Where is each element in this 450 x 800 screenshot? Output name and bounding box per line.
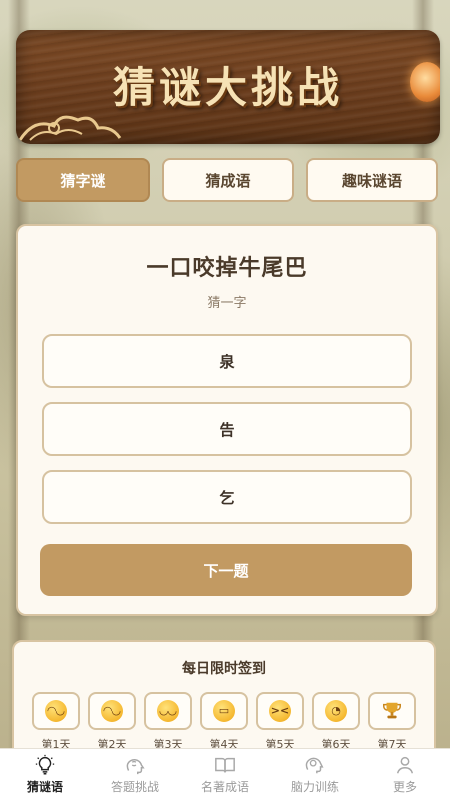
tab-label: 猜成语 bbox=[205, 171, 251, 190]
tab-guess-idiom[interactable]: 猜成语 bbox=[162, 158, 294, 202]
open-book-icon bbox=[215, 757, 235, 773]
tab-label: 猜字谜 bbox=[60, 171, 106, 190]
quiz-card: 一口咬掉牛尾巴 猜一字 泉 告 乞 下一题 bbox=[16, 224, 438, 616]
riddle-hint: 猜一字 bbox=[207, 296, 247, 311]
nav-item-quiz-challenge[interactable]: 答题挑战 bbox=[90, 749, 180, 800]
tab-fun-riddles[interactable]: 趣味谜语 bbox=[306, 158, 438, 202]
laugh-emoji-icon: >< bbox=[269, 700, 291, 722]
tab-label: 趣味谜语 bbox=[341, 171, 402, 190]
checkin-day[interactable]: ▭ 第4天 bbox=[200, 692, 248, 752]
checkin-day-box: ◔ bbox=[312, 692, 360, 730]
smile-emoji-icon: ◠◡ bbox=[45, 700, 67, 722]
nav-label: 答题挑战 bbox=[110, 780, 159, 794]
kiss-emoji-icon: ◔ bbox=[325, 700, 347, 722]
lightbulb-icon bbox=[35, 754, 55, 775]
riddle-question: 一口咬掉牛尾巴 bbox=[146, 256, 308, 281]
happy-emoji-icon: ◡◡ bbox=[157, 700, 179, 722]
nav-label: 脑力训练 bbox=[290, 780, 339, 794]
checkin-day[interactable]: 第7天 bbox=[368, 692, 416, 752]
checkin-day-box: ◠◡ bbox=[32, 692, 80, 730]
answer-option[interactable]: 告 bbox=[42, 402, 412, 456]
next-question-button[interactable]: 下一题 bbox=[40, 544, 412, 596]
checkin-day[interactable]: ◡◡ 第3天 bbox=[144, 692, 192, 752]
answer-option[interactable]: 泉 bbox=[42, 334, 412, 388]
checkin-day[interactable]: >< 第5天 bbox=[256, 692, 304, 752]
checkin-day-box: ◡◡ bbox=[144, 692, 192, 730]
title-banner: 猜谜大挑战 bbox=[16, 30, 440, 144]
cloud-decoration-icon bbox=[18, 115, 122, 141]
nav-item-more[interactable]: 更多 bbox=[360, 749, 450, 800]
trophy-icon bbox=[383, 702, 401, 719]
checkin-day-box: ◠◡ bbox=[88, 692, 136, 730]
nav-label: 更多 bbox=[392, 780, 417, 794]
nav-item-classic-idioms[interactable]: 名著成语 bbox=[180, 749, 270, 800]
checkin-day[interactable]: ◔ 第6天 bbox=[312, 692, 360, 752]
nav-label: 猜谜语 bbox=[26, 780, 63, 794]
answer-option[interactable]: 乞 bbox=[42, 470, 412, 524]
brain-icon bbox=[305, 757, 324, 774]
grin-emoji-icon: ▭ bbox=[213, 700, 235, 722]
tab-guess-character[interactable]: 猜字谜 bbox=[16, 158, 150, 202]
checkin-day[interactable]: ◠◡ 第2天 bbox=[88, 692, 136, 752]
checkin-day-box: ▭ bbox=[200, 692, 248, 730]
checkin-title: 每日限时签到 bbox=[182, 661, 266, 677]
user-icon bbox=[396, 756, 414, 774]
lantern-icon bbox=[410, 62, 440, 102]
checkin-day-box: >< bbox=[256, 692, 304, 730]
category-tabs: 猜字谜 猜成语 趣味谜语 bbox=[16, 158, 440, 202]
brain-head-icon bbox=[126, 758, 145, 775]
nav-item-brain-training[interactable]: 脑力训练 bbox=[270, 749, 360, 800]
bottom-navigation: 猜谜语 答题挑战 名著成语 脑力训练 更多 bbox=[0, 748, 450, 800]
checkin-day-box bbox=[368, 692, 416, 730]
smile-emoji-icon: ◠◡ bbox=[101, 700, 123, 722]
checkin-day[interactable]: ◠◡ 第1天 bbox=[32, 692, 80, 752]
nav-label: 名著成语 bbox=[200, 780, 249, 794]
nav-item-riddles[interactable]: 猜谜语 bbox=[0, 749, 90, 800]
